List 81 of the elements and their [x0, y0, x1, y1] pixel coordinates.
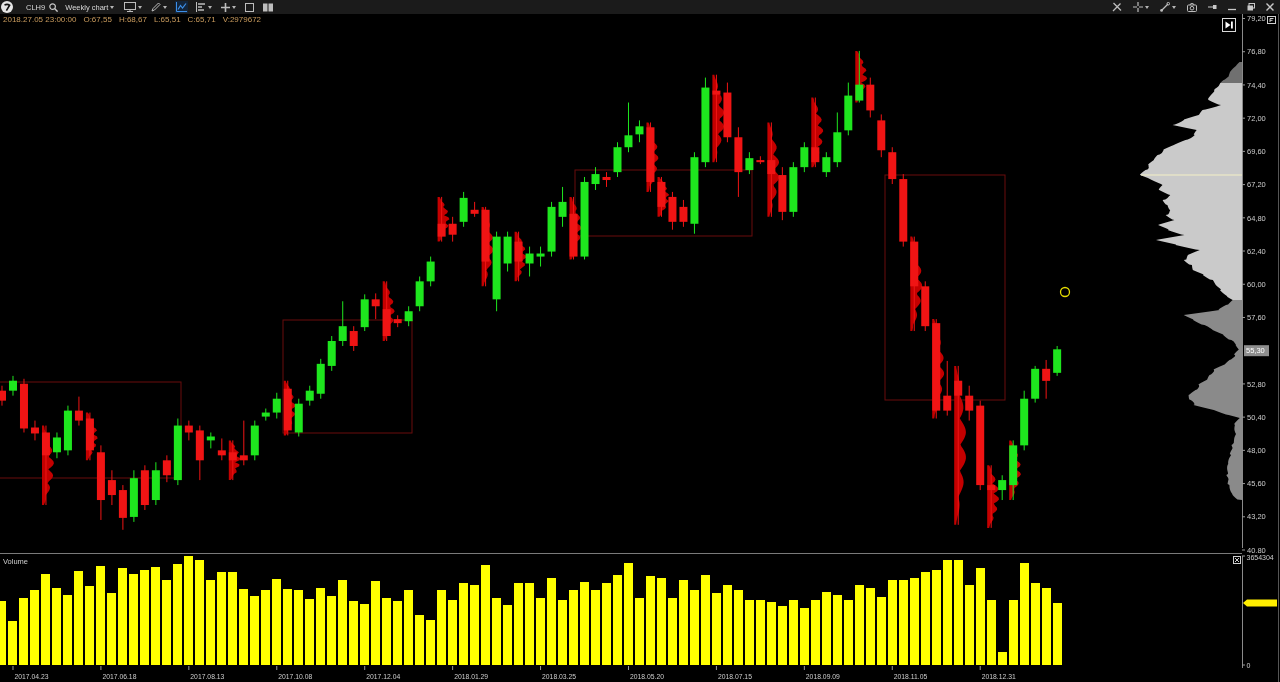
volume-bar: [0, 601, 6, 665]
bar-info-text: O:67,55: [83, 15, 112, 24]
volume-bar: [503, 605, 512, 665]
toolbar-button[interactable]: [1112, 1, 1122, 13]
volume-bar: [987, 600, 996, 665]
split-view-icon: [263, 2, 274, 12]
bar-info-text: C:65,71: [187, 15, 216, 24]
crossed-lines-icon: [1112, 2, 1122, 12]
toolbar-button[interactable]: [150, 1, 169, 13]
line-tool-icon: [1160, 2, 1170, 12]
volume-bar: [360, 604, 369, 665]
square-icon: [245, 2, 255, 12]
close-icon: [1266, 3, 1274, 11]
volume-bar: [19, 598, 28, 665]
toolbar-button[interactable]: [1187, 1, 1197, 13]
volume-bar: [536, 598, 545, 665]
bar-info-text: V:2979672: [222, 15, 262, 24]
toolbar-button[interactable]: [175, 1, 189, 13]
bar-info-text: H:68,67: [118, 15, 147, 24]
volume-bar: [107, 593, 116, 665]
pen-icon: [151, 2, 162, 12]
volume-bar: [833, 595, 842, 665]
volume-bar: [382, 598, 391, 665]
circle-marker: [1059, 286, 1071, 298]
close-button[interactable]: [1266, 3, 1274, 11]
volume-bar: [778, 606, 787, 665]
close-panel-button[interactable]: [1233, 556, 1241, 564]
volume-bar: [63, 595, 72, 665]
toolbar-button[interactable]: [123, 1, 144, 13]
bar-info-text: L:65,51: [153, 15, 181, 24]
toolbar-button[interactable]: [195, 1, 214, 13]
search-icon: [49, 2, 59, 12]
toolbar-button[interactable]: [220, 1, 238, 13]
camera-icon: [1187, 2, 1197, 12]
volume-bar: [1009, 600, 1018, 665]
volume-bar: [998, 652, 1007, 665]
volume-bar: [8, 621, 17, 665]
volume-bar: [712, 593, 721, 665]
caret-icon: [110, 5, 115, 9]
volume-bar: [844, 600, 853, 665]
volume-bar: [877, 597, 886, 665]
volume-bar: [745, 600, 754, 665]
plus-icon: [221, 2, 231, 12]
volume-bar: [558, 600, 567, 665]
toolbar-button[interactable]: [1160, 1, 1176, 13]
monitor-icon: [124, 2, 137, 12]
restore-icon: [1247, 3, 1255, 11]
last-value-marker: [1243, 599, 1277, 607]
axis-options-button[interactable]: [1267, 16, 1276, 24]
volume-bar: [448, 600, 457, 665]
line-chart-icon: [176, 2, 188, 12]
volume-bar: [349, 601, 358, 665]
volume-bar: [426, 620, 435, 665]
volume-bar: [393, 601, 402, 665]
pin-icon: [1208, 4, 1217, 10]
volume-bar: [811, 600, 820, 665]
toolbar-button[interactable]: [1133, 1, 1149, 13]
volume-bar: [756, 600, 765, 665]
volume-bar: [767, 602, 776, 665]
scroll-to-end-button[interactable]: [1222, 18, 1236, 32]
volume-bar: [635, 598, 644, 665]
square-icon: [1267, 16, 1276, 24]
volume-bar: [789, 600, 798, 665]
bar-list-icon: [196, 2, 207, 12]
volume-bar: [800, 608, 809, 665]
volume-bar: [250, 596, 259, 665]
crosshair-icon: [1133, 2, 1143, 12]
volume-bar: [415, 615, 424, 665]
volume-bar: [305, 599, 314, 665]
bar-info-text: 2018.27.05 23:00:00: [3, 15, 77, 24]
volume-bar: [668, 598, 677, 665]
toolbar-button[interactable]: [262, 1, 275, 13]
close-icon: [1233, 556, 1241, 564]
restore-button[interactable]: [1247, 3, 1255, 11]
pin-button[interactable]: [1208, 4, 1217, 10]
volume-bar: [1053, 603, 1062, 665]
search-button[interactable]: [49, 2, 59, 12]
volume-bar: [492, 598, 501, 665]
toolbar-button[interactable]: [244, 1, 256, 13]
volume-bar: [327, 596, 336, 665]
skip-end-icon: [1225, 21, 1233, 29]
